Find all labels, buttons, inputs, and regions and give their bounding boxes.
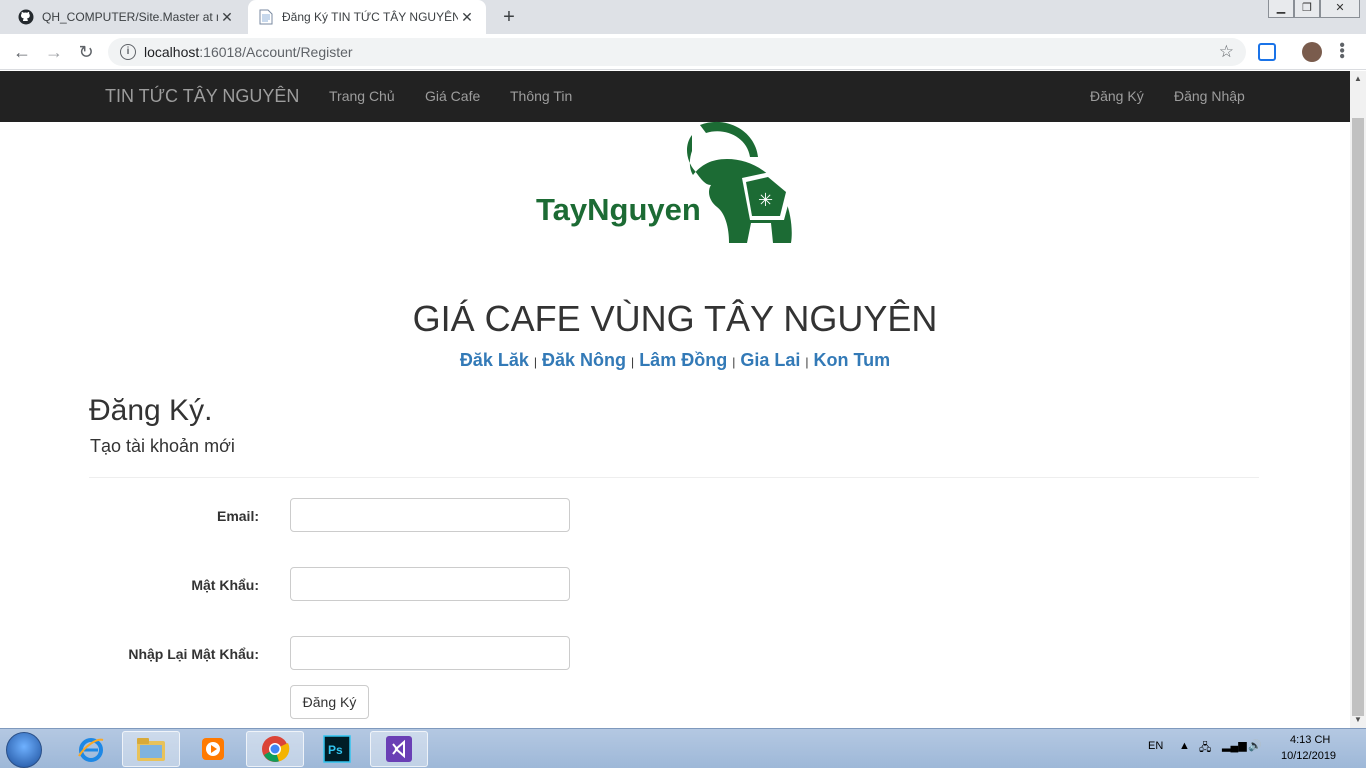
register-button[interactable]: Đăng Ký: [290, 685, 369, 719]
volume-icon[interactable]: 🔊: [1248, 739, 1262, 752]
nav-link-info[interactable]: Thông Tin: [510, 88, 572, 104]
explorer-icon[interactable]: [122, 731, 180, 767]
nav-link-register[interactable]: Đăng Ký: [1090, 88, 1144, 104]
region-link-gialai[interactable]: Gia Lai: [740, 350, 800, 370]
show-hidden-icons-icon[interactable]: ▲: [1179, 740, 1190, 752]
region-link-lamdong[interactable]: Lâm Đồng: [639, 350, 727, 370]
profile-avatar[interactable]: [1302, 42, 1322, 62]
github-icon: [18, 9, 34, 25]
address-bar[interactable]: i localhost:16018/Account/Register ☆: [108, 38, 1246, 66]
taynguyen-logo: TayNguyen ✳: [530, 120, 820, 256]
browser-tabstrip: QH_COMPUTER/Site.Master at m ✕ Đăng Ký T…: [0, 0, 1366, 34]
minimize-button[interactable]: ▁: [1268, 0, 1294, 18]
close-tab-icon[interactable]: ✕: [218, 9, 236, 26]
bookmark-star-icon[interactable]: ☆: [1219, 42, 1234, 62]
windows-taskbar: Ps EN ▲ 🖧 ▂▄▆ 🔊 4:13 CH 10/12/2019: [0, 728, 1366, 768]
region-link-kontum[interactable]: Kon Tum: [814, 350, 891, 370]
separator: |: [805, 355, 809, 369]
scroll-down-icon[interactable]: ▼: [1350, 712, 1366, 728]
separator: |: [732, 355, 736, 369]
back-arrow-icon[interactable]: ←: [10, 40, 34, 64]
signal-icon[interactable]: ▂▄▆: [1222, 739, 1247, 752]
chrome-icon[interactable]: [246, 731, 304, 767]
reload-icon[interactable]: ↻: [74, 40, 98, 64]
scroll-up-icon[interactable]: ▲: [1350, 71, 1366, 87]
saddle-pattern: ✳: [742, 172, 792, 220]
browser-toolbar: ← → ↻ i localhost:16018/Account/Register…: [0, 34, 1366, 70]
divider: [89, 477, 1259, 478]
email-field[interactable]: [290, 498, 570, 532]
region-link-daknong[interactable]: Đăk Nông: [542, 350, 626, 370]
restore-button[interactable]: ❐: [1294, 0, 1320, 18]
start-button[interactable]: [6, 732, 42, 768]
window-controls: ▁ ❐ ✕: [1268, 0, 1360, 18]
clock-date[interactable]: 10/12/2019: [1281, 750, 1336, 762]
svg-text:✳: ✳: [758, 190, 773, 211]
svg-text:Ps: Ps: [328, 743, 343, 757]
ie-icon[interactable]: [62, 731, 120, 767]
nav-link-home[interactable]: Trang Chủ: [329, 88, 395, 104]
media-player-icon[interactable]: [184, 731, 242, 767]
window-close-button[interactable]: ✕: [1320, 0, 1360, 18]
password-label: Mật Khẩu:: [191, 577, 259, 593]
page-icon: [258, 9, 274, 25]
page-subheading: Tạo tài khoản mới: [90, 436, 235, 456]
site-navbar: TIN TỨC TÂY NGUYÊN Trang Chủ Giá Cafe Th…: [0, 71, 1350, 122]
scrollbar-thumb[interactable]: [1352, 118, 1364, 716]
forward-arrow-icon[interactable]: →: [42, 40, 66, 64]
tab-title: QH_COMPUTER/Site.Master at m: [42, 10, 218, 24]
url-host: localhost: [144, 44, 200, 60]
page-scrollbar[interactable]: ▲ ▼: [1350, 71, 1366, 728]
navbar-brand[interactable]: TIN TỨC TÂY NGUYÊN: [105, 86, 299, 107]
password-field[interactable]: [290, 567, 570, 601]
region-link-daklak[interactable]: Đăk Lăk: [460, 350, 529, 370]
nav-link-login[interactable]: Đăng Nhập: [1174, 88, 1245, 104]
network-icon[interactable]: 🖧: [1199, 739, 1211, 758]
email-label: Email:: [216, 508, 259, 524]
url-path: :16018/Account/Register: [199, 44, 353, 60]
clock-time[interactable]: 4:13 CH: [1290, 734, 1330, 746]
language-indicator[interactable]: EN: [1148, 740, 1163, 752]
page-heading: Đăng Ký.: [89, 394, 213, 427]
visual-studio-icon[interactable]: [370, 731, 428, 767]
url-text[interactable]: localhost:16018/Account/Register: [144, 44, 353, 60]
nav-link-coffee-price[interactable]: Giá Cafe: [425, 88, 480, 104]
extension-icon[interactable]: [1258, 43, 1276, 61]
site-title: GIÁ CAFE VÙNG TÂY NGUYÊN: [412, 298, 938, 339]
confirm-password-label: Nhập Lại Mật Khẩu:: [128, 646, 259, 662]
close-tab-icon[interactable]: ✕: [458, 9, 476, 26]
logo-text: TayNguyen: [536, 192, 701, 227]
tab-title: Đăng Ký TIN TỨC TÂY NGUYÊN: [282, 10, 458, 24]
info-icon[interactable]: i: [120, 44, 136, 60]
separator: |: [533, 355, 537, 369]
photoshop-icon[interactable]: Ps: [308, 731, 366, 767]
confirm-password-field[interactable]: [290, 636, 570, 670]
chrome-menu-icon[interactable]: •••: [1333, 42, 1350, 59]
separator: |: [631, 355, 635, 369]
browser-tab-register[interactable]: Đăng Ký TIN TỨC TÂY NGUYÊN ✕: [248, 0, 486, 34]
region-links: Đăk Lăk | Đăk Nông | Lâm Đồng | Gia Lai …: [0, 350, 1350, 371]
browser-tab-github[interactable]: QH_COMPUTER/Site.Master at m ✕: [8, 0, 246, 34]
new-tab-button[interactable]: +: [498, 6, 520, 28]
